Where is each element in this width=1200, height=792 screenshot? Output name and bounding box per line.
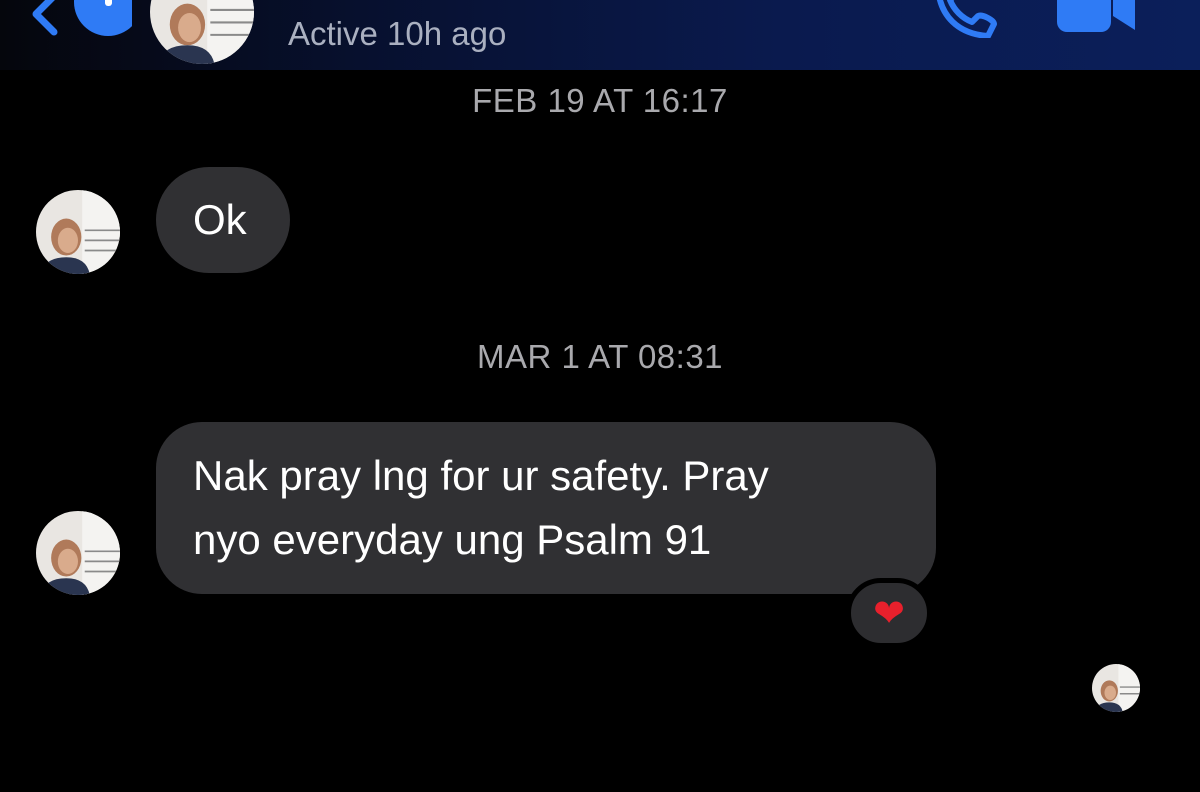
message-bubble[interactable]: Nak pray lng for ur safety. Pray nyo eve… [156, 422, 936, 594]
message-text-line: Nak pray lng for ur safety. Pray [193, 452, 769, 499]
profile-photo [1092, 664, 1140, 712]
sender-avatar[interactable] [36, 190, 120, 274]
message-text-line: nyo everyday ung Psalm 91 [193, 516, 712, 563]
contact-avatar[interactable] [150, 0, 254, 64]
profile-photo [150, 0, 254, 64]
chevron-left-icon [32, 0, 132, 36]
video-camera-icon [1057, 0, 1135, 32]
audio-call-button[interactable] [930, 0, 1000, 39]
message-bubble[interactable]: Ok [156, 167, 290, 273]
message-timestamp: FEB 19 AT 16:17 [472, 82, 728, 119]
video-call-button[interactable] [1055, 0, 1137, 36]
active-status: Active 10h ago [288, 15, 507, 52]
message-reaction[interactable]: ❤ [846, 578, 932, 648]
heart-icon: ❤ [873, 591, 905, 635]
seen-avatar [1092, 664, 1140, 712]
chat-header: Active 10h ago [0, 0, 1200, 70]
phone-icon [937, 0, 997, 39]
profile-photo [36, 190, 120, 274]
profile-photo [36, 511, 120, 595]
chat-screen: Active 10h ago FEB 19 AT 16:17 Ok MAR 1 … [0, 0, 1200, 792]
back-button[interactable] [22, 0, 132, 38]
message-text: Ok [193, 196, 247, 243]
message-timestamp: MAR 1 AT 08:31 [476, 338, 724, 375]
sender-avatar[interactable] [36, 511, 120, 595]
